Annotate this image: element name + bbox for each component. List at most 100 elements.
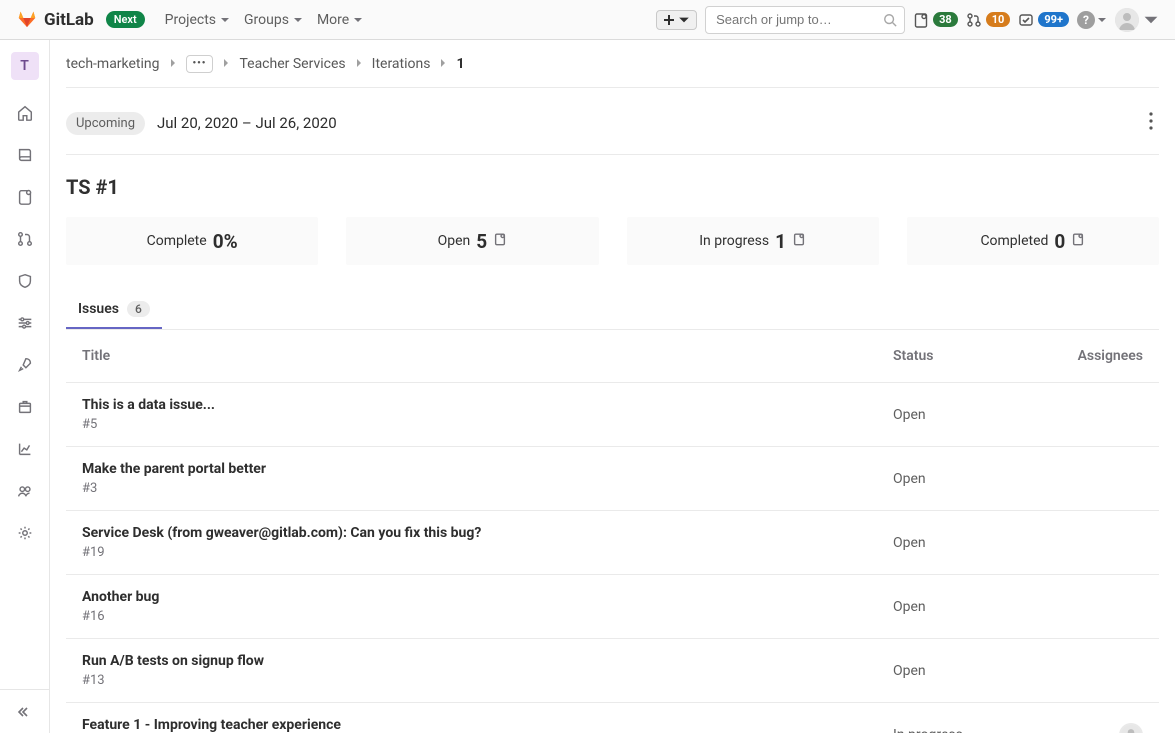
new-button[interactable] <box>656 10 697 30</box>
sidebar-settings[interactable] <box>6 514 44 552</box>
breadcrumb-separator <box>168 56 178 72</box>
issue-status: Open <box>893 471 1063 487</box>
assignee-avatar[interactable] <box>1119 723 1143 733</box>
breadcrumb-separator <box>438 56 448 72</box>
merge-request-icon <box>16 230 34 248</box>
issue-title-cell: Another bug#16 <box>82 589 893 624</box>
book-icon <box>16 146 34 164</box>
issue-title[interactable]: Run A/B tests on signup flow <box>82 653 893 669</box>
nav-mr-count[interactable]: 10 <box>966 12 1011 28</box>
members-icon <box>16 482 34 500</box>
page-title: TS #1 <box>66 155 1159 217</box>
help-button[interactable]: ? <box>1077 11 1107 29</box>
sidebar-settings-slider[interactable] <box>6 304 44 342</box>
issue-title[interactable]: This is a data issue... <box>82 397 893 413</box>
breadcrumb-iterations[interactable]: Iterations <box>372 56 431 72</box>
sidebar-merge-requests[interactable] <box>6 220 44 258</box>
chevron-down-icon <box>1143 12 1159 28</box>
nav-issues-count[interactable]: 38 <box>913 12 958 28</box>
plus-icon <box>663 14 675 26</box>
shield-icon <box>16 272 34 290</box>
todo-icon <box>1018 12 1034 28</box>
sidebar-security[interactable] <box>6 262 44 300</box>
breadcrumb-separator <box>221 56 231 72</box>
issue-title-cell: Run A/B tests on signup flow #13 <box>82 653 893 688</box>
status-badge: Upcoming <box>66 112 145 135</box>
todos-badge: 99+ <box>1038 12 1069 27</box>
sidebar-collapse[interactable] <box>0 689 49 733</box>
issues-table-header: Title Status Assignees <box>66 330 1159 383</box>
table-row[interactable]: Run A/B tests on signup flow #13Open <box>66 639 1159 703</box>
search-input[interactable] <box>705 6 905 34</box>
left-sidebar: T <box>0 40 50 733</box>
sidebar-operations[interactable] <box>6 346 44 384</box>
issue-ref: #19 <box>82 545 893 560</box>
sidebar-repository[interactable] <box>6 136 44 174</box>
chevron-down-icon <box>1097 15 1107 25</box>
breadcrumb-teacher-services[interactable]: Teacher Services <box>239 56 345 72</box>
gear-icon <box>16 524 34 542</box>
issue-title[interactable]: Service Desk (from gweaver@gitlab.com): … <box>82 525 893 541</box>
issue-status: Open <box>893 663 1063 679</box>
next-badge: Next <box>106 11 145 28</box>
tab-issues[interactable]: Issues 6 <box>66 291 162 329</box>
tabs: Issues 6 <box>66 291 1159 330</box>
issue-title[interactable]: Another bug <box>82 589 893 605</box>
stat-completed-label: Completed <box>980 233 1048 249</box>
chevron-down-icon <box>353 15 363 25</box>
sidebar-packages[interactable] <box>6 388 44 426</box>
sidebar-issues[interactable] <box>6 178 44 216</box>
sidebar-analytics[interactable] <box>6 430 44 468</box>
sidebar-members[interactable] <box>6 472 44 510</box>
nav-more[interactable]: More <box>317 12 363 28</box>
nav-more-label: More <box>317 12 349 28</box>
issue-ref: #3 <box>82 481 893 496</box>
issue-status: Open <box>893 535 1063 551</box>
sidebar-home[interactable] <box>6 94 44 132</box>
nav-projects[interactable]: Projects <box>165 12 230 28</box>
issue-ref: #5 <box>82 417 893 432</box>
issue-title[interactable]: Make the parent portal better <box>82 461 893 477</box>
issue-status: In progress <box>893 727 1063 733</box>
breadcrumb-more[interactable]: ••• <box>186 55 214 73</box>
col-title: Title <box>82 348 893 364</box>
tab-issues-count: 6 <box>127 301 150 317</box>
user-avatar <box>1115 8 1139 32</box>
stat-open-label: Open <box>438 233 471 249</box>
table-row[interactable]: Make the parent portal better #3Open <box>66 447 1159 511</box>
stat-open: Open 5 <box>346 217 598 265</box>
issue-assignees <box>1063 723 1143 733</box>
issue-ref: #13 <box>82 673 893 688</box>
table-row[interactable]: Feature 1 - Improving teacher experience… <box>66 703 1159 733</box>
breadcrumb-tech-marketing[interactable]: tech-marketing <box>66 56 160 72</box>
project-avatar[interactable]: T <box>11 52 39 80</box>
col-assignees: Assignees <box>1063 348 1143 364</box>
nav-todos-count[interactable]: 99+ <box>1018 12 1069 28</box>
brand[interactable]: GitLab <box>16 7 94 33</box>
nav-groups-label: Groups <box>244 12 289 28</box>
issue-icon <box>1071 232 1085 250</box>
issue-title[interactable]: Feature 1 - Improving teacher experience <box>82 717 893 733</box>
table-row[interactable]: This is a data issue...#5Open <box>66 383 1159 447</box>
issue-title-cell: Make the parent portal better #3 <box>82 461 893 496</box>
stat-completed: Completed 0 <box>907 217 1159 265</box>
nav-groups[interactable]: Groups <box>244 12 303 28</box>
stat-completed-value: 0 <box>1054 230 1065 253</box>
issues-badge: 38 <box>933 12 958 27</box>
search-icon <box>883 13 897 27</box>
table-row[interactable]: Another bug#16Open <box>66 575 1159 639</box>
issue-icon <box>16 188 34 206</box>
user-menu[interactable] <box>1115 8 1159 32</box>
issue-status: Open <box>893 599 1063 615</box>
merge-request-icon <box>966 12 982 28</box>
table-row[interactable]: Service Desk (from gweaver@gitlab.com): … <box>66 511 1159 575</box>
kebab-icon <box>1149 112 1153 130</box>
stat-complete: Complete 0% <box>66 217 318 265</box>
question-icon: ? <box>1077 11 1095 29</box>
actions-menu[interactable] <box>1143 106 1159 140</box>
primary-nav: Projects Groups More <box>165 12 364 28</box>
brand-text: GitLab <box>44 10 94 30</box>
home-icon <box>16 104 34 122</box>
chart-icon <box>16 440 34 458</box>
rocket-icon <box>16 356 34 374</box>
